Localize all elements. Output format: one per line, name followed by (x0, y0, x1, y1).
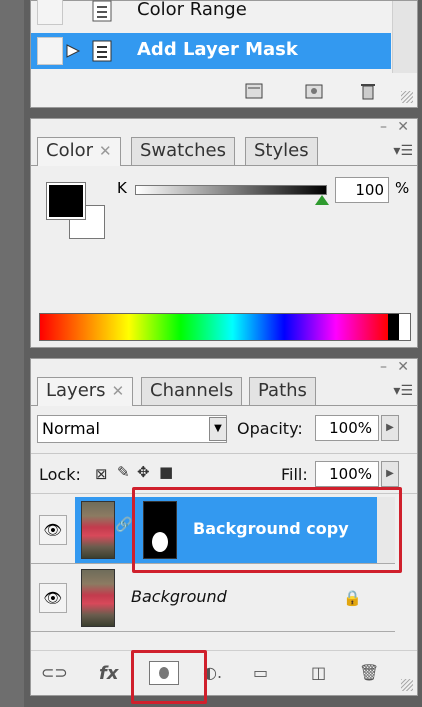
lock-icon: 🔒 (343, 589, 362, 607)
opacity-input[interactable]: 100% (315, 415, 379, 441)
minimize-icon[interactable]: – (380, 119, 387, 135)
fill-label: Fill: (281, 465, 308, 484)
actions-panel: Color Range Add Layer Mask (30, 0, 418, 108)
minimize-icon[interactable]: – (380, 359, 387, 375)
color-spectrum-ramp[interactable] (39, 313, 411, 341)
action-label: Add Layer Mask (137, 39, 298, 60)
tab-label: Styles (254, 140, 309, 161)
lock-position-icon[interactable]: ✥ (137, 463, 150, 481)
divider (31, 453, 417, 454)
play-triangle-icon (66, 44, 81, 58)
fx-icon[interactable]: fx (99, 663, 118, 684)
color-tabbar: Color ✕ Swatches Styles ▾☰ (31, 137, 417, 166)
link-icon[interactable]: ⊂⊃ (41, 663, 68, 682)
folder-icon[interactable]: ▭ (253, 663, 268, 682)
highlight-box-layer-mask-button (131, 650, 207, 704)
panel-header: – ✕ (31, 359, 417, 379)
fill-input[interactable]: 100% (315, 461, 379, 487)
layer-name[interactable]: Background (131, 587, 227, 606)
panel-header: – ✕ (31, 119, 417, 139)
k-channel-slider[interactable] (135, 185, 327, 195)
actions-scrollbar[interactable] (392, 1, 417, 73)
close-icon[interactable]: ✕ (397, 119, 409, 135)
action-item-color-range[interactable]: Color Range (31, 0, 391, 29)
new-action-icon[interactable] (303, 81, 325, 101)
close-icon[interactable]: ✕ (397, 359, 409, 375)
tab-label: Color (46, 140, 93, 161)
tab-label: Channels (150, 380, 234, 401)
chain-link-icon[interactable]: 🔗 (115, 517, 132, 533)
resize-grip[interactable] (401, 679, 413, 691)
new-set-icon[interactable] (243, 81, 265, 101)
lock-all-icon[interactable]: ■ (159, 463, 173, 481)
visibility-eye-icon[interactable]: 👁 (39, 583, 67, 613)
slider-thumb[interactable] (315, 195, 329, 205)
new-layer-icon[interactable]: ◫ (311, 663, 326, 682)
color-panel: – ✕ Color ✕ Swatches Styles ▾☰ K 100 % (30, 118, 418, 348)
actions-toolbar (31, 77, 417, 107)
tab-close-icon[interactable]: ✕ (99, 142, 112, 160)
opacity-label: Opacity: (237, 419, 303, 438)
action-step-icon (92, 40, 112, 62)
action-toggle-checkbox[interactable] (37, 37, 63, 65)
layer-thumbnail[interactable] (81, 501, 115, 559)
tab-swatches[interactable]: Swatches (131, 137, 235, 165)
k-value-input[interactable]: 100 (335, 177, 389, 203)
channel-label: K (117, 179, 127, 197)
opacity-arrow-icon[interactable]: ▶ (381, 415, 399, 441)
tab-channels[interactable]: Channels (141, 377, 243, 405)
tab-label: Swatches (140, 140, 226, 161)
chevron-down-icon[interactable]: ▼ (209, 417, 227, 441)
action-toggle-checkbox[interactable] (37, 0, 63, 25)
action-step-icon (92, 0, 112, 22)
trash-icon[interactable]: 🗑 (359, 663, 379, 682)
foreground-color-swatch[interactable] (46, 182, 86, 220)
action-item-add-layer-mask[interactable]: Add Layer Mask (31, 33, 391, 69)
tab-layers[interactable]: Layers ✕ (37, 377, 134, 406)
left-dock-bar (0, 0, 24, 707)
layers-bottom-toolbar: ⊂⊃ fx ◐. ▭ ◫ 🗑 (31, 650, 417, 695)
percent-unit: % (395, 179, 410, 197)
tab-paths[interactable]: Paths (249, 377, 316, 405)
highlight-box-background-copy (132, 487, 402, 573)
layer-thumbnail[interactable] (81, 569, 115, 627)
lock-paint-icon[interactable]: ✎ (117, 463, 130, 481)
tab-styles[interactable]: Styles (245, 137, 318, 165)
panel-menu-icon[interactable]: ▾☰ (393, 383, 413, 399)
visibility-eye-icon[interactable]: 👁 (39, 515, 67, 545)
tab-color[interactable]: Color ✕ (37, 137, 121, 166)
trash-icon[interactable] (357, 81, 379, 101)
layers-tabbar: Layers ✕ Channels Paths ▾☰ (31, 377, 417, 406)
tab-label: Layers (46, 380, 106, 401)
tab-label: Paths (258, 380, 307, 401)
layer-row-background[interactable]: 👁 Background 🔒 (31, 565, 395, 632)
fill-arrow-icon[interactable]: ▶ (381, 461, 399, 487)
action-label: Color Range (137, 0, 247, 20)
lock-transparency-icon[interactable]: ⊠ (95, 465, 108, 483)
lock-label: Lock: (39, 465, 81, 484)
resize-grip[interactable] (401, 91, 413, 103)
blend-mode-select[interactable]: Normal (37, 415, 227, 443)
tab-close-icon[interactable]: ✕ (112, 382, 125, 400)
panel-menu-icon[interactable]: ▾☰ (393, 143, 413, 159)
